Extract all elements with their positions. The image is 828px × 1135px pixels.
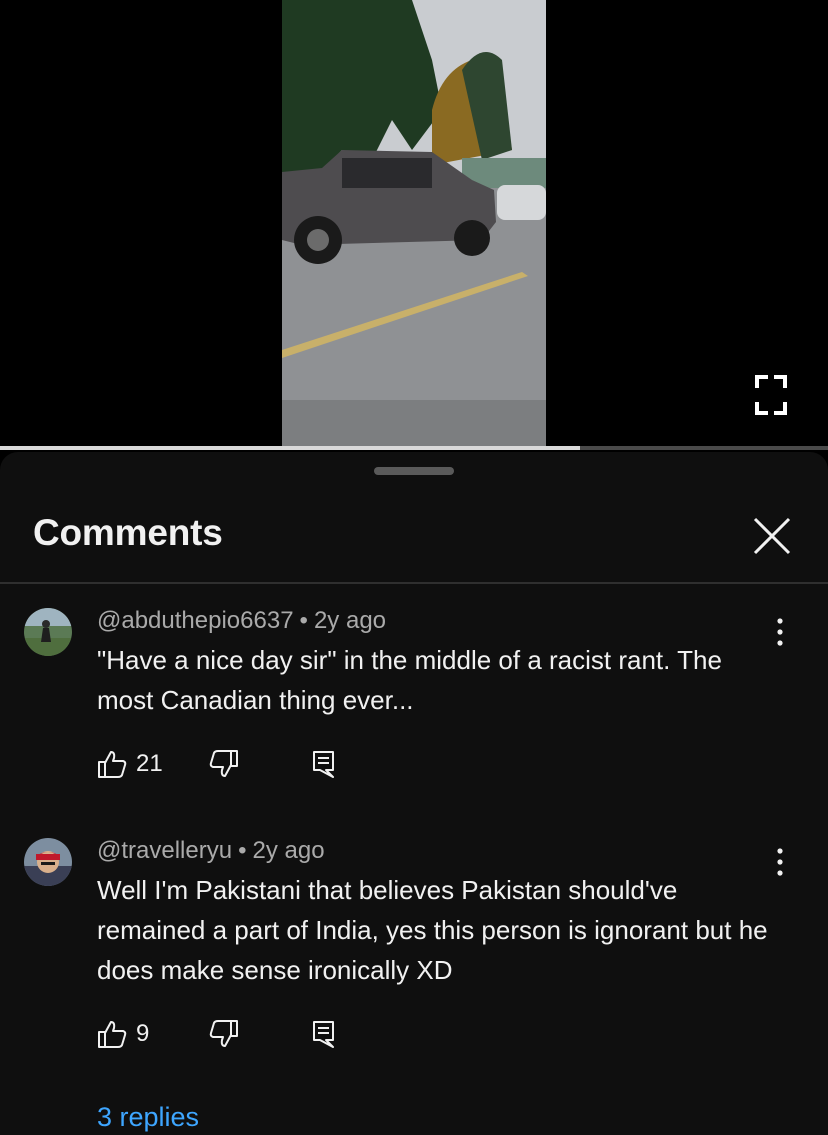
meta-separator: • [238,837,247,864]
comment-text: "Have a nice day sir" in the middle of a… [97,645,722,715]
video-frame[interactable] [282,0,546,446]
video-player[interactable] [0,0,828,450]
reply-button[interactable] [312,747,336,781]
like-count: 9 [136,1020,150,1047]
comment-age: 2y ago [252,837,325,864]
comment-actions: 21 [96,747,356,781]
panel-title: Comments [33,512,223,553]
drag-handle[interactable] [374,467,454,475]
thumbs-up-icon [98,751,127,778]
close-icon [753,517,791,555]
comment-author[interactable]: @abduthepio6637 [97,607,294,634]
like-button[interactable]: 21 [96,747,163,781]
avatar[interactable] [24,608,72,656]
comment-meta: @travelleryu • 2y ago [97,837,325,865]
thumbs-up-icon [98,1021,127,1048]
video-progress-bar[interactable] [0,446,828,450]
reply-button[interactable] [312,1017,336,1051]
video-progress-fill [0,446,580,450]
reply-icon [313,751,334,778]
view-replies-link[interactable]: 3 replies [97,1102,199,1133]
comments-panel: Comments @abduthepio6637 • 2y ago "Have a … [0,452,828,1135]
header-divider [0,582,828,584]
avatar[interactable] [24,838,72,886]
avatar-image [24,838,72,886]
avatar-image [24,608,72,656]
like-count: 21 [136,750,163,777]
comment-actions: 9 [96,1017,356,1051]
comment-author[interactable]: @travelleryu [97,837,232,864]
comment-item: @travelleryu • 2y ago Well I'm Pakistani t… [0,832,828,1135]
fullscreen-icon [755,375,787,415]
comment-item: @abduthepio6637 • 2y ago "Have a nice day … [0,602,828,822]
thumbs-down-icon [209,750,238,777]
fullscreen-button[interactable] [754,374,788,416]
close-button[interactable] [752,516,792,556]
like-button[interactable]: 9 [96,1017,149,1051]
dislike-button[interactable] [208,747,240,781]
video-thumbnail-scene [282,0,546,446]
comment-meta: @abduthepio6637 • 2y ago [97,607,386,635]
reply-icon [313,1021,334,1048]
thumbs-down-icon [209,1020,238,1047]
meta-separator: • [299,607,308,634]
comment-text: Well I'm Pakistani that believes Pakista… [97,875,768,985]
comment-age: 2y ago [313,607,387,634]
dislike-button[interactable] [208,1017,240,1051]
